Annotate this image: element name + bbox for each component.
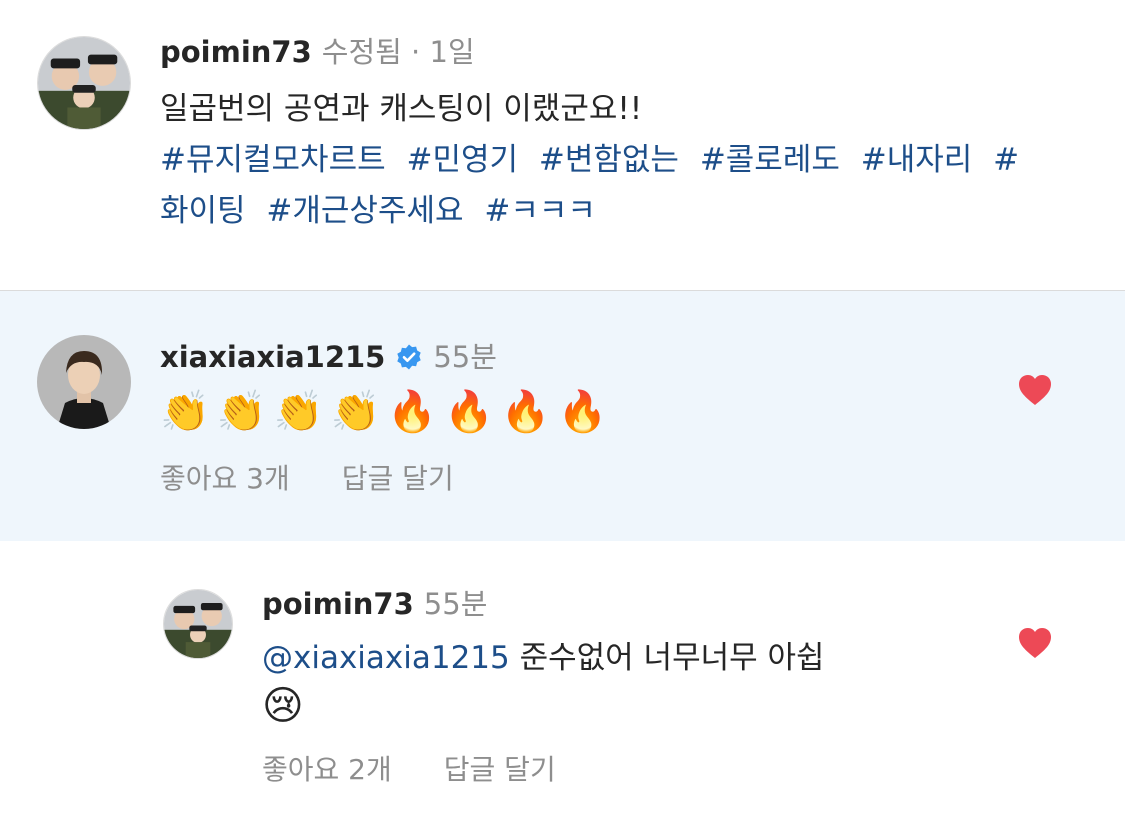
reply-text-block: @xiaxiaxia1215 준수없어 너무너무 아쉽 😢 <box>262 635 962 732</box>
xiaxiaxia1215-avatar[interactable] <box>37 335 131 429</box>
comment-header: xiaxiaxia1215 55분 <box>160 338 497 376</box>
comment-emoji-text: 👏 👏 👏 👏 🔥 🔥 🔥 🔥 <box>160 387 608 437</box>
fire-emoji: 🔥 <box>387 389 438 435</box>
hashtag-link[interactable]: #콜로레도 <box>700 142 840 178</box>
hashtag-link[interactable]: #뮤지컬모차르트 <box>160 142 386 178</box>
comment-likes-count[interactable]: 좋아요 3개 <box>160 461 290 497</box>
fire-emoji: 🔥 <box>500 389 551 435</box>
caption-header: poimin73 수정됨 · 1일 <box>160 33 475 71</box>
caption-text-block: 일곱번의 공연과 캐스팅이 이랬군요!! #뮤지컬모차르트 #민영기 #변함없는… <box>160 84 1080 237</box>
poimin73-avatar[interactable] <box>37 36 131 130</box>
reply-comment: poimin73 55분 @xiaxiaxia1215 준수없어 너무너무 아쉽… <box>0 541 1125 840</box>
hashtag-link[interactable]: #내자리 <box>861 142 973 178</box>
avatar-photo <box>164 590 232 658</box>
comment-time: 55분 <box>433 340 497 374</box>
verified-badge-icon <box>395 343 423 371</box>
fire-emoji: 🔥 <box>557 389 608 435</box>
avatar-photo <box>38 37 130 129</box>
reply-time: 55분 <box>423 587 488 621</box>
caption-meta: 수정됨 · 1일 <box>321 35 475 69</box>
reply-mention-link[interactable]: @xiaxiaxia1215 <box>262 640 510 676</box>
clapping-hands-emoji: 👏 <box>273 389 324 435</box>
avatar-photo <box>37 335 131 429</box>
caption-text: 일곱번의 공연과 캐스팅이 이랬군요!! <box>160 91 643 127</box>
reply-poimin73-avatar[interactable] <box>163 589 233 659</box>
clapping-hands-emoji: 👏 <box>216 389 267 435</box>
fire-emoji: 🔥 <box>444 389 494 435</box>
hashtag-link[interactable]: #ㅋㅋㅋ <box>484 193 596 229</box>
crying-face-emoji: 😢 <box>262 683 304 729</box>
comment-username[interactable]: xiaxiaxia1215 <box>160 338 385 376</box>
reply-reply-button[interactable]: 답글 달기 <box>444 752 556 788</box>
reply-actions: 좋아요 2개 답글 달기 <box>262 752 556 788</box>
hashtag-link[interactable]: #민영기 <box>406 142 518 178</box>
caption-username[interactable]: poimin73 <box>160 33 312 71</box>
reply-likes-count[interactable]: 좋아요 2개 <box>262 752 392 788</box>
reply-like-heart-icon[interactable] <box>1017 626 1053 660</box>
comment-highlighted: xiaxiaxia1215 55분 👏 👏 👏 👏 🔥 🔥 🔥 🔥 좋아요 3개 답글 달기 <box>0 291 1125 541</box>
comment-like-heart-icon[interactable] <box>1017 373 1053 407</box>
clapping-hands-emoji: 👏 <box>330 389 381 435</box>
comment-actions: 좋아요 3개 답글 달기 <box>160 461 454 497</box>
reply-username[interactable]: poimin73 <box>262 585 414 623</box>
clapping-hands-emoji: 👏 <box>160 389 210 435</box>
reply-header: poimin73 55분 <box>262 585 487 623</box>
reply-text: 준수없어 너무너무 아쉽 <box>519 640 825 676</box>
caption-hashtags: #뮤지컬모차르트 #민영기 #변함없는 #콜로레도 #내자리 #화이팅 #개근상… <box>160 135 1080 237</box>
comment-reply-button[interactable]: 답글 달기 <box>342 461 454 497</box>
caption-section: poimin73 수정됨 · 1일 일곱번의 공연과 캐스팅이 이랬군요!! #… <box>0 0 1125 290</box>
hashtag-link[interactable]: #개근상주세요 <box>266 193 463 229</box>
hashtag-link[interactable]: #변함없는 <box>539 142 679 178</box>
